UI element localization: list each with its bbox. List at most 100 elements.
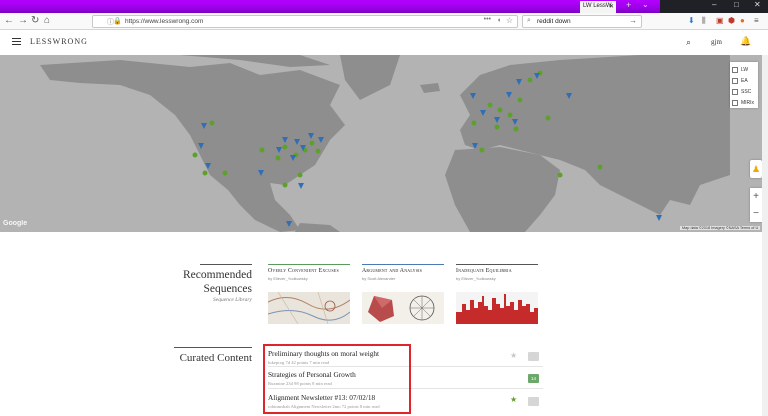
filter-lw[interactable]: LW xyxy=(732,64,756,75)
checkbox[interactable] xyxy=(732,88,738,95)
site-logo[interactable]: LESSWRONG xyxy=(30,37,88,46)
landmass-north-america xyxy=(40,60,345,232)
checkbox[interactable] xyxy=(732,66,738,73)
tab-strip-highlight xyxy=(0,0,660,13)
event-dot xyxy=(507,112,513,118)
recommended-sequences-title: Recommended Sequences xyxy=(183,269,252,295)
event-dot xyxy=(209,120,215,126)
browser-tab-bar: LW LessW ✕ + ⌄ – □ ✕ xyxy=(0,0,768,13)
bookmark-star-icon[interactable]: ☆ xyxy=(506,16,513,25)
page-scrollbar[interactable] xyxy=(762,55,768,416)
map-zoom-control: + − xyxy=(750,188,762,222)
event-dot xyxy=(282,182,288,188)
sequence-author[interactable]: by Eliezer_Yudkowsky xyxy=(456,276,538,281)
checkbox[interactable] xyxy=(732,99,738,106)
sequence-image xyxy=(362,292,444,324)
curated-content-title: Curated Content xyxy=(179,352,252,364)
checkbox[interactable] xyxy=(732,77,738,84)
event-dot xyxy=(259,147,265,153)
close-tab-icon[interactable]: ✕ xyxy=(609,3,614,10)
back-icon[interactable]: ← xyxy=(4,15,14,26)
map-layer-filters: LW EA SSC MIRIx xyxy=(730,62,758,108)
sequence-accent-bar xyxy=(268,264,350,265)
site-search-icon[interactable]: ⌕ xyxy=(686,37,691,48)
comment-count-icon[interactable] xyxy=(528,352,539,361)
comment-count-icon[interactable] xyxy=(528,397,539,406)
map-attribution[interactable]: Map data ©2018 Imagery ©NASA Terms of U xyxy=(680,226,761,230)
url-bar[interactable]: ⓘ 🔒 https://www.lesswrong.com ••• ◐ ☆ xyxy=(92,15,518,28)
firefox-account-icon[interactable]: ● xyxy=(740,16,745,25)
comment-count-icon[interactable]: 14 xyxy=(528,374,539,383)
event-dot xyxy=(545,115,551,121)
zoom-out-button[interactable]: − xyxy=(750,205,762,222)
section-rule xyxy=(174,347,252,348)
street-view-pegman-icon[interactable]: ♟ xyxy=(750,160,762,178)
page-actions-icon[interactable]: ••• xyxy=(484,16,491,23)
community-map[interactable]: Google Map data ©2018 Imagery ©NASA Term… xyxy=(0,55,768,232)
event-dot xyxy=(315,148,321,154)
sequence-card-overly-convenient-excuses[interactable]: Overly Convenient Excuses by Eliezer_Yud… xyxy=(268,264,350,324)
landmass-iceland xyxy=(420,83,440,93)
event-dot xyxy=(517,97,523,103)
star-icon[interactable]: ★ xyxy=(510,395,517,404)
home-icon[interactable]: ⌂ xyxy=(44,15,50,26)
post-item[interactable]: Strategies of Personal Growth Ruxmine 23… xyxy=(268,370,543,390)
post-title[interactable]: Preliminary thoughts on moral weight xyxy=(268,349,543,358)
url-text: https://www.lesswrong.com xyxy=(125,18,204,25)
adblock-icon[interactable]: ⬢ xyxy=(728,16,735,25)
tab-list-chevron-icon[interactable]: ⌄ xyxy=(642,0,649,9)
group-marker xyxy=(656,215,662,221)
sequence-accent-bar xyxy=(456,264,538,265)
google-logo: Google xyxy=(3,220,28,227)
reload-icon[interactable]: ↻ xyxy=(31,15,39,26)
post-title[interactable]: Strategies of Personal Growth xyxy=(268,370,543,379)
event-dot xyxy=(487,102,493,108)
minimize-icon[interactable]: – xyxy=(712,0,716,9)
group-marker xyxy=(298,183,304,189)
new-tab-icon[interactable]: + xyxy=(626,0,631,10)
sequence-image xyxy=(268,292,350,324)
sequence-title[interactable]: Argument and Analysis xyxy=(362,268,444,275)
filter-ea[interactable]: EA xyxy=(732,75,756,86)
notifications-bell-icon[interactable]: 🔔 xyxy=(740,36,751,47)
star-icon[interactable]: ★ xyxy=(510,351,517,360)
window-close-icon[interactable]: ✕ xyxy=(754,0,761,9)
hamburger-menu-icon[interactable] xyxy=(12,38,21,45)
lock-icon: 🔒 xyxy=(113,18,122,25)
event-dot xyxy=(513,126,519,132)
event-dot xyxy=(192,152,198,158)
landmass-south-america xyxy=(295,223,340,232)
extension-icon[interactable]: ▣ xyxy=(716,16,724,25)
event-dot xyxy=(497,107,503,113)
sequence-image xyxy=(456,292,538,324)
user-menu[interactable]: gjm xyxy=(711,38,722,46)
sequence-title[interactable]: Overly Convenient Excuses xyxy=(268,268,350,275)
sequence-card-argument-and-analysis[interactable]: Argument and Analysis by Scott Alexander xyxy=(362,264,444,324)
sequence-title[interactable]: Inadequate Equilibria xyxy=(456,268,538,275)
post-item[interactable]: Alignment Newsletter #13: 07/02/18 rohin… xyxy=(268,393,543,413)
filter-mirix[interactable]: MIRIx xyxy=(732,97,756,108)
search-go-icon[interactable]: → xyxy=(629,16,637,25)
maximize-icon[interactable]: □ xyxy=(734,0,739,9)
zoom-in-button[interactable]: + xyxy=(750,188,762,205)
tab-title: LW LessW xyxy=(583,3,612,9)
search-bar[interactable]: ⌕ reddit down → xyxy=(522,15,642,28)
browser-tab-active[interactable]: LW LessW ✕ xyxy=(580,1,616,13)
library-icon[interactable]: ⫼ xyxy=(702,16,706,26)
post-title[interactable]: Alignment Newsletter #13: 07/02/18 xyxy=(268,393,543,402)
post-meta: lukeprog 7d 42 points 7 min read xyxy=(268,360,329,365)
browser-navbar: ← → ↻ ⌂ ⓘ 🔒 https://www.lesswrong.com ••… xyxy=(0,13,768,30)
site-header: LESSWRONG ⌕ gjm 🔔 xyxy=(0,31,768,55)
filter-ssc[interactable]: SSC xyxy=(732,86,756,97)
menu-icon[interactable]: ≡ xyxy=(754,16,759,25)
pocket-icon[interactable]: ◐ xyxy=(498,17,502,24)
section-rule xyxy=(200,264,252,265)
sequence-card-inadequate-equilibria[interactable]: Inadequate Equilibria by Eliezer_Yudkows… xyxy=(456,264,538,324)
event-dot xyxy=(597,164,603,170)
sequence-library-link[interactable]: Sequence Library xyxy=(150,297,252,303)
sequence-author[interactable]: by Eliezer_Yudkowsky xyxy=(268,276,350,281)
download-icon[interactable]: ⬇ xyxy=(688,16,695,25)
forward-icon[interactable]: → xyxy=(18,15,28,26)
post-meta: Ruxmine 23d 98 points 8 min read xyxy=(268,381,332,386)
sequence-author[interactable]: by Scott Alexander xyxy=(362,276,444,281)
